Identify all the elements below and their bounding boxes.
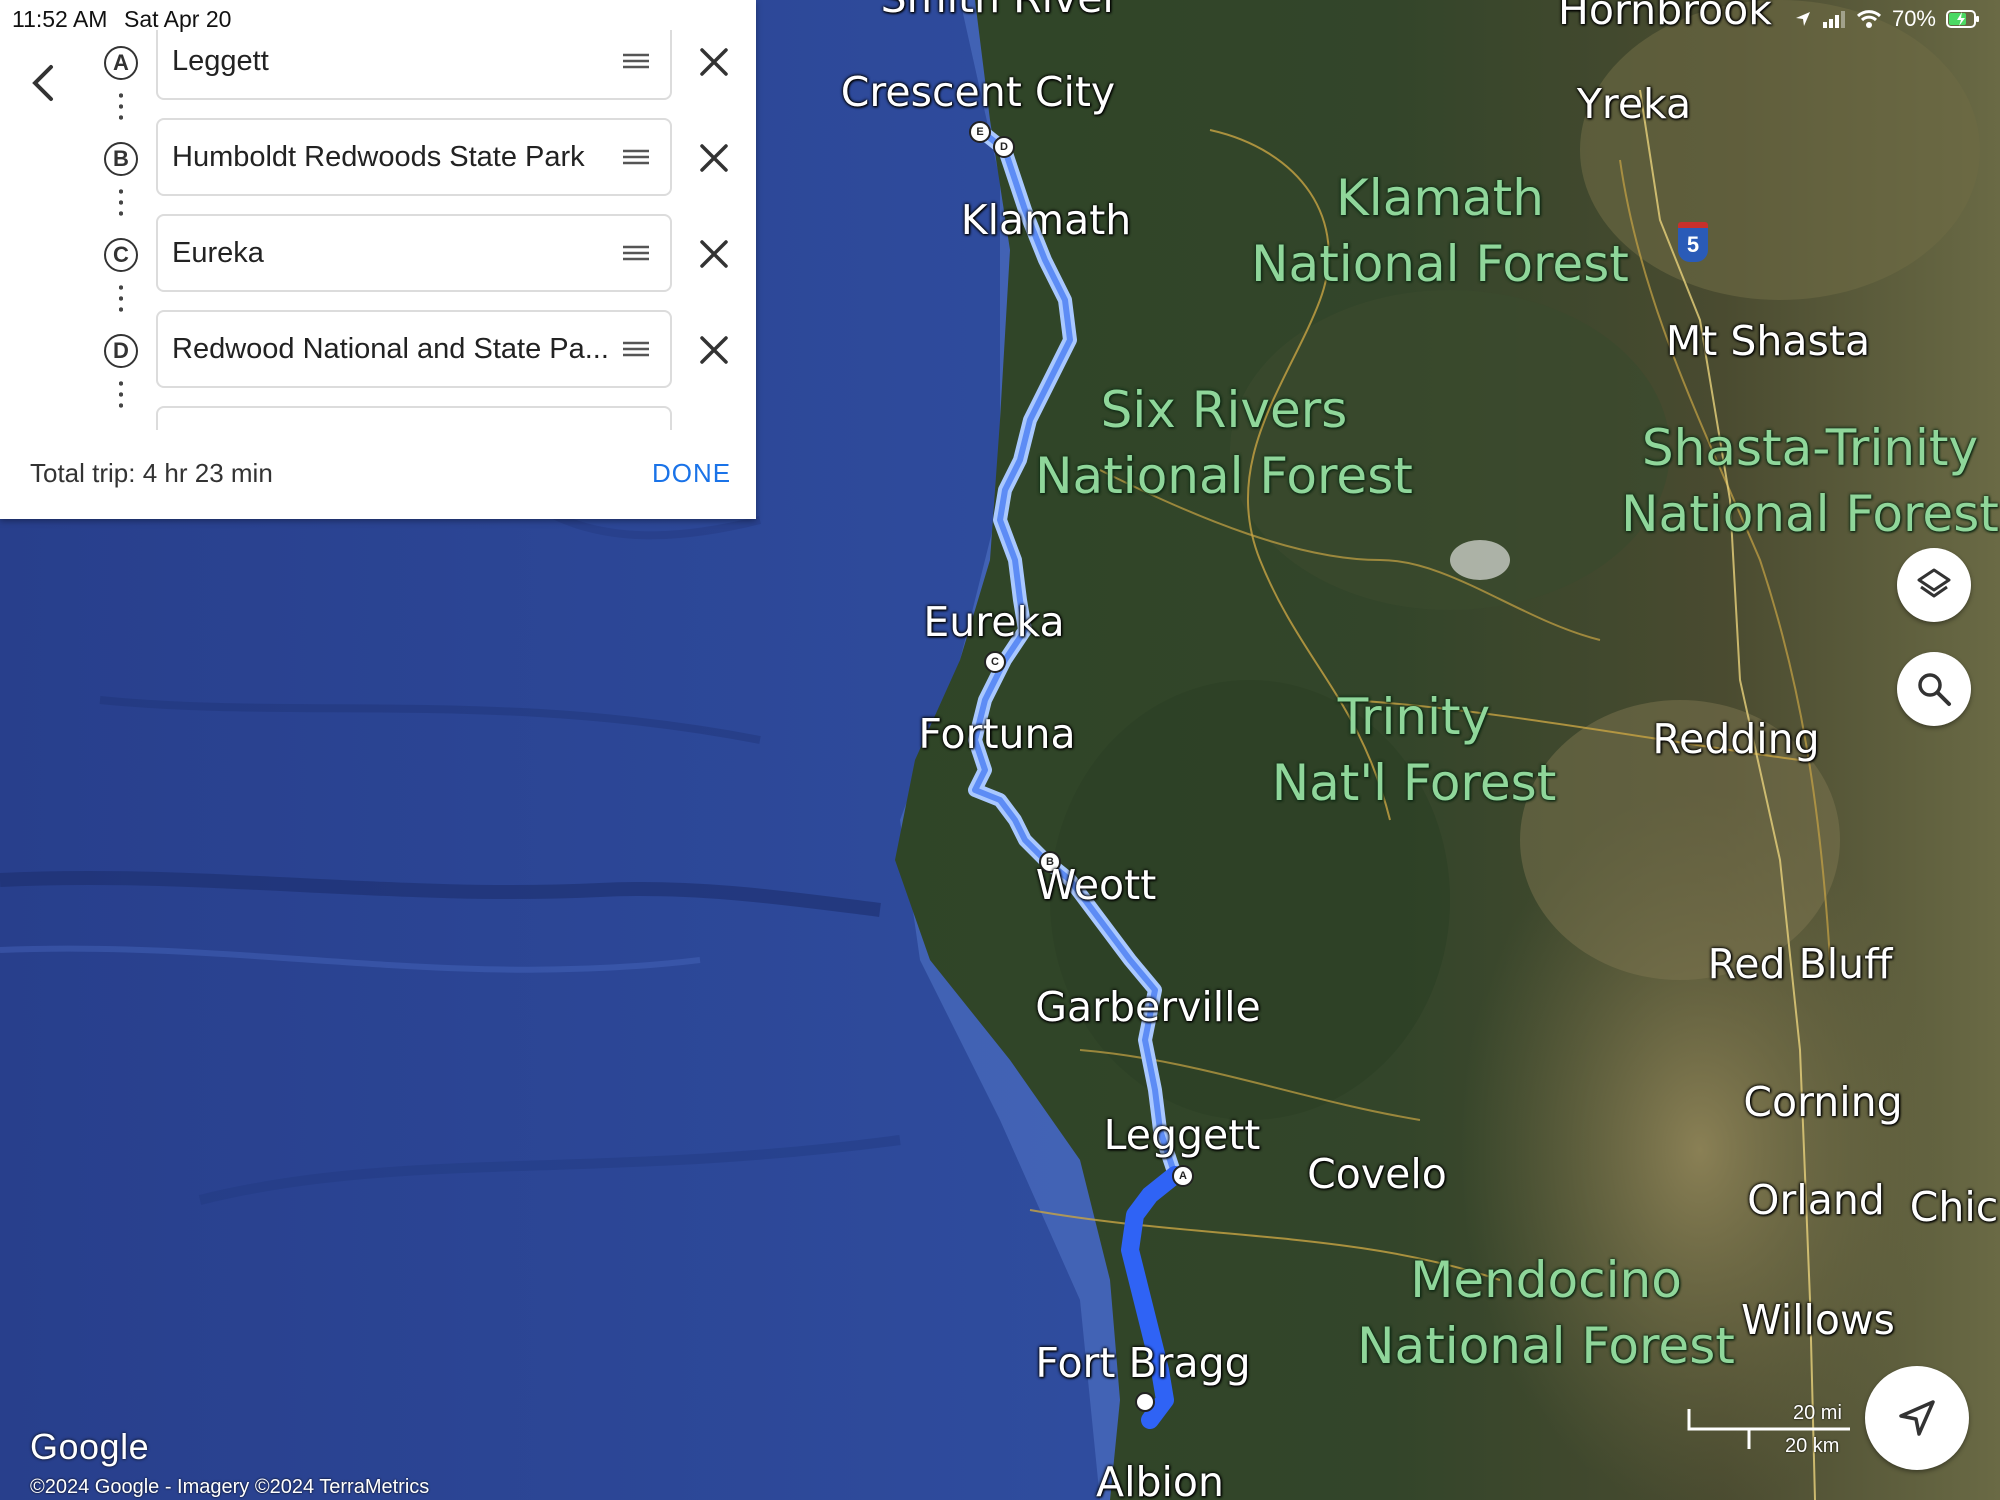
remove-stop-a-button[interactable] [694,42,734,82]
remove-stop-b-button[interactable] [694,138,734,178]
remove-stop-d-button[interactable] [694,330,734,370]
remove-stop-c-button[interactable] [694,234,734,274]
stop-connector [119,186,123,220]
total-trip-time: Total trip: 4 hr 23 min [30,458,273,488]
stop-d-badge: D [104,334,138,368]
forest-six-rivers[interactable]: Six Rivers National Forest [1035,377,1413,509]
place-covelo[interactable]: Covelo [1307,1150,1447,1198]
drag-handle-icon[interactable] [622,147,650,167]
layers-icon [1917,568,1951,598]
map-copyright[interactable]: ©2024 Google - Imagery ©2024 TerraMetric… [30,1476,429,1499]
route-marker-c[interactable]: C [984,651,1006,673]
forest-mendocino[interactable]: Mendocino National Forest [1357,1247,1735,1379]
stop-c-badge: C [104,238,138,272]
place-yreka[interactable]: Yreka [1577,80,1691,128]
stop-e-field[interactable] [156,406,672,430]
place-eureka[interactable]: Eureka [923,598,1064,646]
directions-panel: A Leggett B Humboldt Redwoods State Park… [0,0,756,519]
stops-list[interactable]: A Leggett B Humboldt Redwoods State Park… [0,30,756,430]
place-smith-river[interactable]: Smith River [881,0,1120,22]
route-marker-d[interactable]: D [993,136,1015,158]
cellular-signal-icon [1822,11,1845,28]
place-redding[interactable]: Redding [1652,715,1819,763]
place-willows[interactable]: Willows [1741,1296,1895,1344]
forest-six-rivers-line2: National Forest [1035,447,1413,505]
navigation-arrow-icon [1899,1400,1935,1436]
stop-b-field[interactable]: Humboldt Redwoods State Park [156,118,672,196]
place-chico[interactable]: Chic [1910,1183,1999,1231]
stop-a-name: Leggett [172,45,269,77]
forest-klamath[interactable]: Klamath National Forest [1251,165,1629,297]
forest-mendocino-line1: Mendocino [1410,1251,1682,1309]
layers-button[interactable] [1897,548,1971,622]
my-location-button[interactable] [1865,1366,1969,1470]
stop-connector [119,378,123,412]
stop-connector [119,90,123,124]
wifi-icon [1856,10,1881,28]
stop-c-field[interactable]: Eureka [156,214,672,292]
status-date: Sat Apr 20 [124,6,232,32]
place-klamath[interactable]: Klamath [961,196,1132,244]
stop-connector [119,282,123,316]
search-button[interactable] [1897,652,1971,726]
scale-kilometers: 20 km [1785,1435,1840,1457]
forest-klamath-line1: Klamath [1336,169,1544,227]
place-corning[interactable]: Corning [1743,1078,1902,1126]
google-logo: Google [30,1426,150,1467]
place-mt-shasta[interactable]: Mt Shasta [1666,317,1870,365]
drag-handle-icon[interactable] [622,51,650,71]
scale-miles: 20 mi [1793,1402,1842,1424]
stop-d-field[interactable]: Redwood National and State Pa... [156,310,672,388]
place-fortuna[interactable]: Fortuna [918,710,1075,758]
forest-trinity-line2: Nat'l Forest [1271,754,1557,812]
drag-handle-icon[interactable] [622,243,650,263]
place-garberville[interactable]: Garberville [1035,983,1261,1031]
stop-a-badge: A [104,46,138,80]
forest-mendocino-line2: National Forest [1357,1317,1735,1375]
forest-trinity-line1: Trinity [1337,688,1491,746]
forest-trinity[interactable]: Trinity Nat'l Forest [1272,684,1557,816]
location-arrow-icon [1795,12,1810,26]
status-indicators: 70% [1794,6,1980,32]
drag-handle-icon[interactable] [622,339,650,359]
stop-b-badge: B [104,142,138,176]
done-button[interactable]: DONE [652,458,731,489]
battery-charging-icon [1946,10,1979,28]
place-crescent-city[interactable]: Crescent City [841,68,1115,116]
stop-d-name: Redwood National and State Pa... [172,333,609,365]
forest-shasta-trinity[interactable]: Shasta-Trinity National Forest [1621,415,1999,547]
forest-shasta-line1: Shasta-Trinity [1641,419,1979,477]
forest-six-rivers-line1: Six Rivers [1100,381,1348,439]
battery-percent: 70% [1891,6,1936,31]
place-leggett[interactable]: Leggett [1104,1111,1261,1159]
stop-c-name: Eureka [172,237,264,269]
stop-b-name: Humboldt Redwoods State Park [172,141,585,173]
place-hornbrook[interactable]: Hornbrook [1558,0,1772,34]
status-time: 11:52 AM [12,6,108,32]
search-icon [1918,673,1951,706]
place-fort-bragg[interactable]: Fort Bragg [1035,1339,1250,1387]
route-marker-e[interactable]: E [969,121,991,143]
forest-klamath-line2: National Forest [1251,235,1629,293]
stop-a-field[interactable]: Leggett [156,30,672,100]
place-weott[interactable]: Weott [1036,861,1157,909]
forest-shasta-line2: National Forest [1621,485,1999,543]
place-red-bluff[interactable]: Red Bluff [1708,940,1893,988]
interstate-5-shield: 5 [1678,222,1708,262]
route-marker-a[interactable]: A [1172,1165,1194,1187]
place-orland[interactable]: Orland [1747,1176,1885,1224]
place-albion[interactable]: Albion [1096,1458,1224,1500]
